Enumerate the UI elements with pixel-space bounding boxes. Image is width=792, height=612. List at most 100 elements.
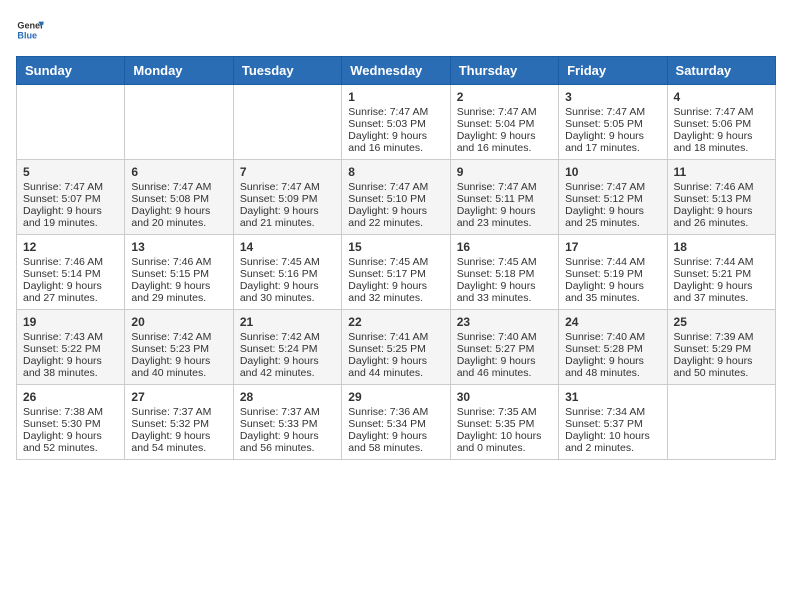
calendar-day-cell: 17Sunrise: 7:44 AMSunset: 5:19 PMDayligh…: [559, 235, 667, 310]
calendar-day-cell: 28Sunrise: 7:37 AMSunset: 5:33 PMDayligh…: [233, 385, 341, 460]
daylight-text: Daylight: 9 hours and 38 minutes.: [23, 355, 118, 379]
calendar-day-cell: 3 Sunrise: 7:47 AMSunset: 5:05 PMDaylight…: [559, 85, 667, 160]
sunrise-text: Sunrise: 7:44 AM: [674, 256, 769, 268]
daylight-text: Daylight: 10 hours and 2 minutes.: [565, 430, 660, 454]
sunset-text: Sunset: 5:14 PM: [23, 268, 118, 280]
calendar-table: SundayMondayTuesdayWednesdayThursdayFrid…: [16, 56, 776, 460]
day-number: 10: [565, 165, 660, 179]
day-number: 9: [457, 165, 552, 179]
calendar-day-cell: 18Sunrise: 7:44 AMSunset: 5:21 PMDayligh…: [667, 235, 775, 310]
day-number: 3: [565, 90, 660, 104]
sunrise-text: Sunrise: 7:47 AM: [565, 181, 660, 193]
sunset-text: Sunset: 5:30 PM: [23, 418, 118, 430]
calendar-day-cell: 30Sunrise: 7:35 AMSunset: 5:35 PMDayligh…: [450, 385, 558, 460]
sunset-text: Sunset: 5:23 PM: [131, 343, 226, 355]
sunrise-text: Sunrise: 7:46 AM: [131, 256, 226, 268]
calendar-week-row: 12Sunrise: 7:46 AMSunset: 5:14 PMDayligh…: [17, 235, 776, 310]
sunset-text: Sunset: 5:22 PM: [23, 343, 118, 355]
day-number: 25: [674, 315, 769, 329]
sunset-text: Sunset: 5:34 PM: [348, 418, 443, 430]
calendar-day-cell: 12 Sunrise: 7:46 AMSunset: 5:14 PMDayligh…: [17, 235, 125, 310]
sunrise-text: Sunrise: 7:37 AM: [131, 406, 226, 418]
calendar-week-row: 26Sunrise: 7:38 AMSunset: 5:30 PMDayligh…: [17, 385, 776, 460]
sunset-text: Sunset: 5:27 PM: [457, 343, 552, 355]
sunset-text: Sunset: 5:37 PM: [565, 418, 660, 430]
sunrise-text: Sunrise: 7:39 AM: [674, 331, 769, 343]
sunset-text: Sunset: 5:25 PM: [348, 343, 443, 355]
calendar-day-cell: 5Sunrise: 7:47 AMSunset: 5:07 PMDaylight…: [17, 160, 125, 235]
calendar-day-cell: 1Sunrise: 7:47 AMSunset: 5:03 PMDaylight…: [342, 85, 450, 160]
sunrise-text: Sunrise: 7:47 AM: [674, 106, 769, 118]
calendar-day-cell: 16Sunrise: 7:45 AMSunset: 5:18 PMDayligh…: [450, 235, 558, 310]
sunset-text: Sunset: 5:06 PM: [674, 118, 769, 130]
sunset-text: Sunset: 5:21 PM: [674, 268, 769, 280]
daylight-text: Daylight: 9 hours and 58 minutes.: [348, 430, 443, 454]
day-number: 30: [457, 390, 552, 404]
daylight-text: Daylight: 9 hours and 30 minutes.: [240, 280, 335, 304]
daylight-text: Daylight: 9 hours and 16 minutes.: [457, 130, 552, 154]
sunset-text: Sunset: 5:05 PM: [565, 118, 660, 130]
sunrise-text: Sunrise: 7:40 AM: [565, 331, 660, 343]
day-number: 23: [457, 315, 552, 329]
calendar-day-cell: 11Sunrise: 7:46 AMSunset: 5:13 PMDayligh…: [667, 160, 775, 235]
day-number: 12: [23, 240, 118, 254]
sunset-text: Sunset: 5:35 PM: [457, 418, 552, 430]
day-number: 11: [674, 165, 769, 179]
sunrise-text: Sunrise: 7:46 AM: [674, 181, 769, 193]
daylight-text: Daylight: 9 hours and 25 minutes.: [565, 205, 660, 229]
sunset-text: Sunset: 5:13 PM: [674, 193, 769, 205]
daylight-text: Daylight: 9 hours and 42 minutes.: [240, 355, 335, 379]
sunset-text: Sunset: 5:33 PM: [240, 418, 335, 430]
calendar-day-cell: [125, 85, 233, 160]
calendar-day-cell: [233, 85, 341, 160]
sunset-text: Sunset: 5:08 PM: [131, 193, 226, 205]
day-number: 21: [240, 315, 335, 329]
sunset-text: Sunset: 5:29 PM: [674, 343, 769, 355]
sunrise-text: Sunrise: 7:47 AM: [23, 181, 118, 193]
daylight-text: Daylight: 9 hours and 21 minutes.: [240, 205, 335, 229]
logo-icon: General Blue: [16, 16, 44, 44]
sunrise-text: Sunrise: 7:34 AM: [565, 406, 660, 418]
day-number: 8: [348, 165, 443, 179]
calendar-day-cell: 15Sunrise: 7:45 AMSunset: 5:17 PMDayligh…: [342, 235, 450, 310]
day-of-week-header: Sunday: [17, 57, 125, 85]
day-number: 4: [674, 90, 769, 104]
calendar-day-cell: 27Sunrise: 7:37 AMSunset: 5:32 PMDayligh…: [125, 385, 233, 460]
day-number: 1: [348, 90, 443, 104]
day-number: 16: [457, 240, 552, 254]
daylight-text: Daylight: 9 hours and 17 minutes.: [565, 130, 660, 154]
day-of-week-header: Saturday: [667, 57, 775, 85]
day-number: 28: [240, 390, 335, 404]
sunset-text: Sunset: 5:12 PM: [565, 193, 660, 205]
page-header: General Blue: [16, 16, 776, 44]
sunrise-text: Sunrise: 7:47 AM: [131, 181, 226, 193]
calendar-day-cell: 9Sunrise: 7:47 AMSunset: 5:11 PMDaylight…: [450, 160, 558, 235]
daylight-text: Daylight: 9 hours and 19 minutes.: [23, 205, 118, 229]
sunset-text: Sunset: 5:28 PM: [565, 343, 660, 355]
sunrise-text: Sunrise: 7:35 AM: [457, 406, 552, 418]
sunrise-text: Sunrise: 7:46 AM: [23, 256, 118, 268]
daylight-text: Daylight: 9 hours and 56 minutes.: [240, 430, 335, 454]
sunrise-text: Sunrise: 7:45 AM: [348, 256, 443, 268]
daylight-text: Daylight: 9 hours and 16 minutes.: [348, 130, 443, 154]
daylight-text: Daylight: 9 hours and 44 minutes.: [348, 355, 443, 379]
daylight-text: Daylight: 9 hours and 22 minutes.: [348, 205, 443, 229]
daylight-text: Daylight: 9 hours and 33 minutes.: [457, 280, 552, 304]
sunrise-text: Sunrise: 7:47 AM: [240, 181, 335, 193]
day-number: 17: [565, 240, 660, 254]
sunrise-text: Sunrise: 7:47 AM: [348, 181, 443, 193]
sunset-text: Sunset: 5:19 PM: [565, 268, 660, 280]
sunrise-text: Sunrise: 7:47 AM: [565, 106, 660, 118]
day-number: 20: [131, 315, 226, 329]
day-number: 5: [23, 165, 118, 179]
calendar-day-cell: 6Sunrise: 7:47 AMSunset: 5:08 PMDaylight…: [125, 160, 233, 235]
day-of-week-header: Monday: [125, 57, 233, 85]
calendar-header: SundayMondayTuesdayWednesdayThursdayFrid…: [17, 57, 776, 85]
day-number: 29: [348, 390, 443, 404]
sunrise-text: Sunrise: 7:40 AM: [457, 331, 552, 343]
calendar-week-row: 5Sunrise: 7:47 AMSunset: 5:07 PMDaylight…: [17, 160, 776, 235]
sunrise-text: Sunrise: 7:47 AM: [348, 106, 443, 118]
calendar-day-cell: [17, 85, 125, 160]
sunrise-text: Sunrise: 7:42 AM: [131, 331, 226, 343]
daylight-text: Daylight: 9 hours and 27 minutes.: [23, 280, 118, 304]
